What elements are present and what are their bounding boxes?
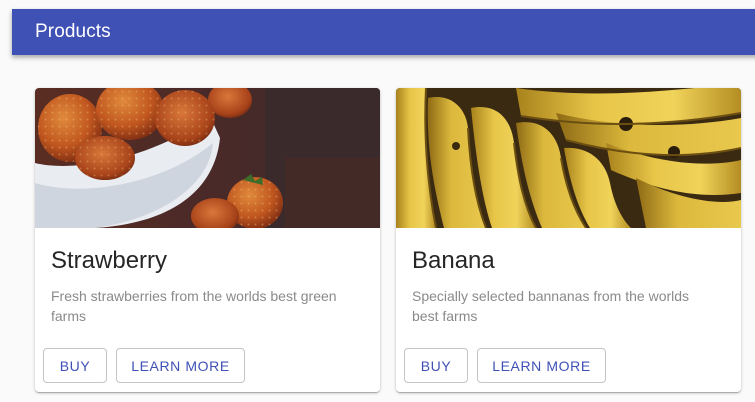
buy-button[interactable]: Buy [43, 348, 107, 383]
card-actions: Buy Learn More [43, 348, 245, 383]
strawberry-photo [35, 88, 380, 228]
product-title: Banana [412, 247, 495, 274]
app-bar: Products [12, 9, 755, 55]
learn-more-button[interactable]: Learn More [116, 348, 245, 383]
app-bar-title: Products [35, 21, 111, 42]
product-description: Specially selected bannanas from the wor… [412, 288, 690, 324]
product-card-strawberry: Strawberry Fresh strawberries from the w… [35, 88, 380, 392]
product-description: Fresh strawberries from the worlds best … [51, 288, 337, 324]
product-image-strawberry[interactable] [35, 88, 380, 228]
banana-photo [396, 88, 741, 228]
card-content: Banana Specially selected bannanas from … [396, 228, 741, 326]
card-content: Strawberry Fresh strawberries from the w… [35, 228, 380, 326]
card-actions: Buy Learn More [404, 348, 606, 383]
page: Products Strawberry Fresh strawberries f… [0, 0, 755, 402]
product-title: Strawberry [51, 247, 168, 274]
product-card-banana: Banana Specially selected bannanas from … [396, 88, 741, 392]
buy-button[interactable]: Buy [404, 348, 468, 383]
learn-more-button[interactable]: Learn More [477, 348, 606, 383]
product-image-banana[interactable] [396, 88, 741, 228]
